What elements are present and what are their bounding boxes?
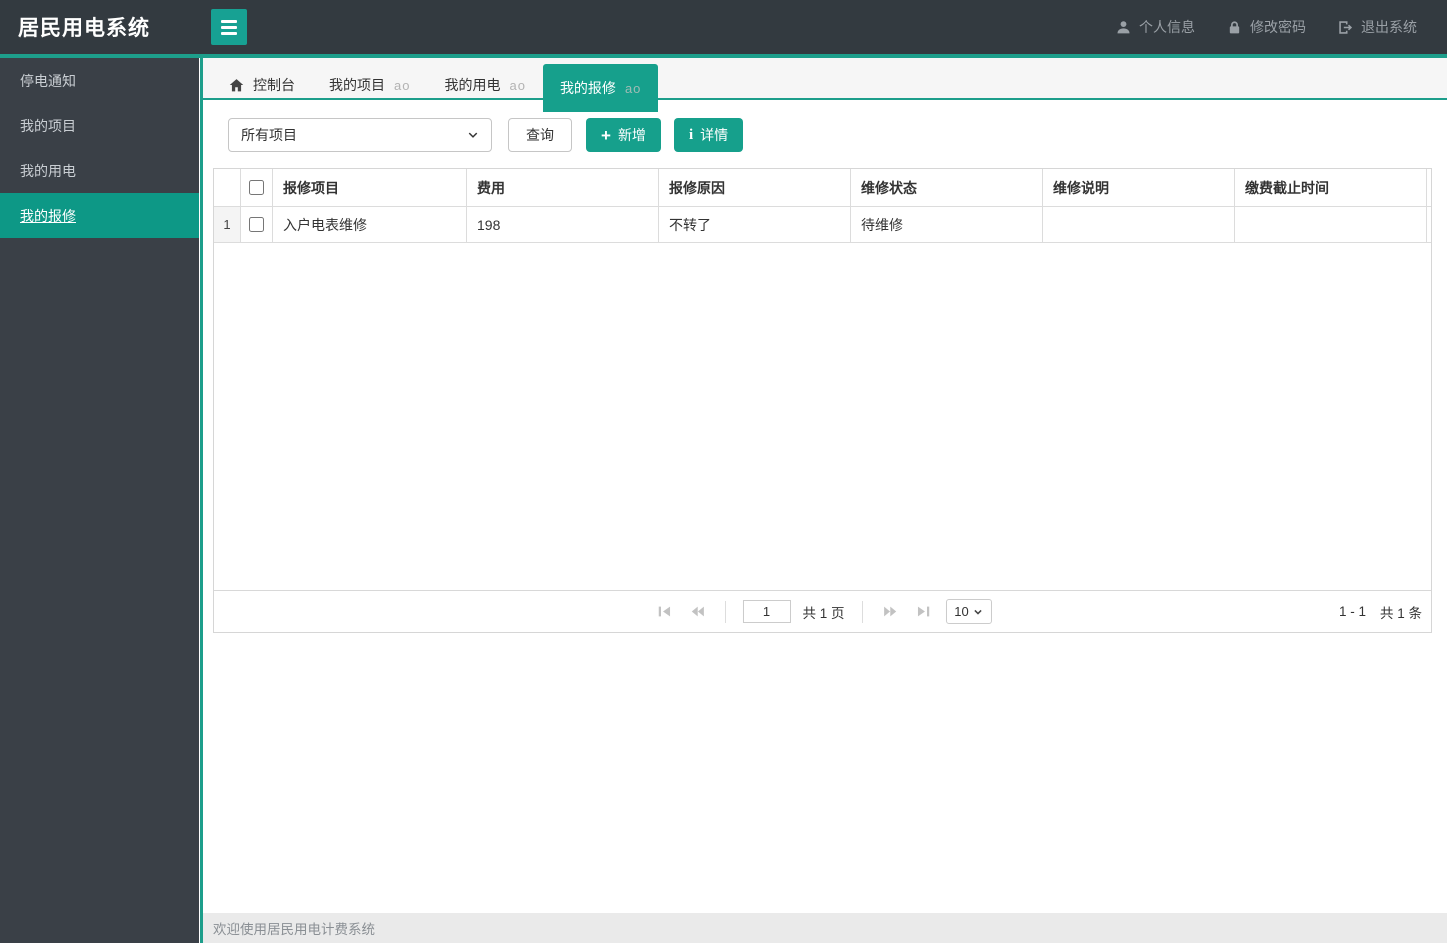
pager-bar: 共 1 页 10 1 - 1: [214, 590, 1431, 632]
row-checkbox[interactable]: [249, 217, 264, 232]
column-header-reason[interactable]: 报修原因: [659, 169, 851, 206]
plus-icon: +: [601, 125, 611, 145]
query-button[interactable]: 查询: [508, 118, 572, 152]
add-button-label: 新增: [617, 127, 646, 143]
logout-label: 退出系统: [1361, 19, 1417, 35]
page-size-value: 10: [954, 604, 969, 619]
cell-note: [1043, 207, 1235, 242]
next-page-icon: [883, 606, 896, 617]
cell-deadline: [1235, 207, 1427, 242]
tab-close-icon[interactable]: ao: [394, 78, 410, 93]
first-page-button[interactable]: [653, 601, 674, 622]
sidebar-item-my-repairs[interactable]: 我的报修: [0, 193, 199, 238]
info-icon: i: [688, 126, 694, 143]
sidebar: 停电通知 我的项目 我的用电 我的报修: [0, 58, 200, 943]
project-filter-value: 所有项目: [241, 127, 297, 143]
column-header-note[interactable]: 维修说明: [1043, 169, 1235, 206]
pager-record-info: 1 - 1 共 1 条: [1339, 591, 1422, 632]
page-number-input[interactable]: [742, 600, 791, 623]
app-window: 居民用电系统 个人信息 修改密码 退出系统 停电通知 我的项目 我的用电 我的报…: [0, 0, 1447, 943]
sidebar-item-label: 我的报修: [20, 207, 76, 224]
cell-cost: 198: [467, 207, 659, 242]
column-header-deadline[interactable]: 缴费截止时间: [1235, 169, 1427, 206]
tab-label: 我的用电: [444, 77, 501, 93]
tab-close-icon[interactable]: ao: [509, 78, 525, 93]
page-size-select[interactable]: 10: [945, 599, 992, 624]
last-page-button[interactable]: [913, 601, 934, 622]
main-content: 控制台 我的项目 ao 我的用电 ao 我的报修 ao 所有项目 查询 + 新增…: [200, 58, 1447, 943]
grid-empty-area: [214, 243, 1431, 590]
tab-label: 我的项目: [329, 77, 385, 93]
query-button-label: 查询: [526, 127, 554, 143]
lock-icon: [1229, 20, 1240, 33]
sidebar-item-label: 我的项目: [20, 117, 76, 134]
repairs-grid: 报修项目 费用 报修原因 维修状态 维修说明 缴费截止时间 1 入户电表维修 1…: [213, 168, 1432, 633]
table-row[interactable]: 1 入户电表维修 198 不转了 待维修: [214, 207, 1431, 243]
top-header: 居民用电系统 个人信息 修改密码 退出系统: [0, 0, 1447, 58]
pager-divider: [861, 600, 863, 623]
row-select-cell: [241, 207, 273, 242]
chevron-down-icon: [468, 132, 478, 138]
row-spacer: [1427, 207, 1431, 242]
first-page-icon: [658, 606, 670, 617]
cell-status: 待维修: [851, 207, 1043, 242]
chevron-down-icon: [974, 609, 982, 615]
pager-divider: [724, 600, 726, 623]
total-pages-label: 共 1 页: [802, 605, 845, 621]
record-total-label: 共 1 条: [1379, 605, 1422, 621]
sidebar-item-my-electricity[interactable]: 我的用电: [0, 148, 199, 193]
sidebar-toggle-button[interactable]: [211, 9, 247, 45]
tab-my-projects[interactable]: 我的项目 ao: [312, 64, 427, 106]
sidebar-item-outage-notice[interactable]: 停电通知: [0, 58, 199, 103]
tab-label: 我的报修: [559, 80, 616, 96]
sidebar-item-my-projects[interactable]: 我的项目: [0, 103, 199, 148]
user-icon: [1117, 20, 1130, 33]
tab-my-repairs[interactable]: 我的报修 ao: [542, 64, 659, 112]
prev-page-icon: [691, 606, 704, 617]
sidebar-item-label: 停电通知: [20, 72, 76, 89]
tab-bar: 控制台 我的项目 ao 我的用电 ao 我的报修 ao: [203, 58, 1447, 112]
status-bar-text: 欢迎使用居民用电计费系统: [213, 922, 375, 937]
tab-my-electricity[interactable]: 我的用电 ao: [427, 64, 542, 106]
cell-reason: 不转了: [659, 207, 851, 242]
profile-label: 个人信息: [1139, 19, 1195, 35]
select-all-cell: [241, 169, 273, 206]
home-icon: [229, 78, 244, 91]
column-header-cost[interactable]: 费用: [467, 169, 659, 206]
status-bar: 欢迎使用居民用电计费系统: [203, 913, 1447, 943]
last-page-icon: [917, 606, 929, 617]
grid-header-row: 报修项目 费用 报修原因 维修状态 维修说明 缴费截止时间: [214, 169, 1431, 207]
logout-link[interactable]: 退出系统: [1338, 17, 1417, 37]
cell-repair-item: 入户电表维修: [273, 207, 467, 242]
column-header-repair-item[interactable]: 报修项目: [273, 169, 467, 206]
select-all-checkbox[interactable]: [249, 180, 264, 195]
sidebar-item-label: 我的用电: [20, 162, 76, 179]
detail-button-label: 详情: [700, 127, 729, 143]
change-password-label: 修改密码: [1250, 19, 1306, 35]
toolbar: 所有项目 查询 + 新增 i 详情: [228, 118, 1447, 152]
add-button[interactable]: + 新增: [586, 118, 661, 152]
change-password-link[interactable]: 修改密码: [1227, 17, 1306, 37]
profile-link[interactable]: 个人信息: [1116, 17, 1195, 37]
project-filter-select[interactable]: 所有项目: [228, 118, 492, 152]
next-page-button[interactable]: [880, 601, 901, 622]
tab-label: 控制台: [253, 77, 295, 93]
column-header-status[interactable]: 维修状态: [851, 169, 1043, 206]
tab-close-icon[interactable]: ao: [625, 81, 641, 96]
record-range-label: 1 - 1: [1338, 604, 1366, 619]
app-title: 居民用电系统: [18, 17, 150, 40]
detail-button[interactable]: i 详情: [673, 118, 744, 152]
row-number-cell: 1: [214, 207, 241, 242]
header-spacer: [1427, 169, 1431, 206]
user-menu: 个人信息 修改密码 退出系统: [1116, 17, 1447, 37]
tab-console[interactable]: 控制台: [212, 64, 312, 106]
rownum-header-cell: [214, 169, 241, 206]
logout-icon: [1339, 20, 1353, 34]
prev-page-button[interactable]: [686, 601, 707, 622]
